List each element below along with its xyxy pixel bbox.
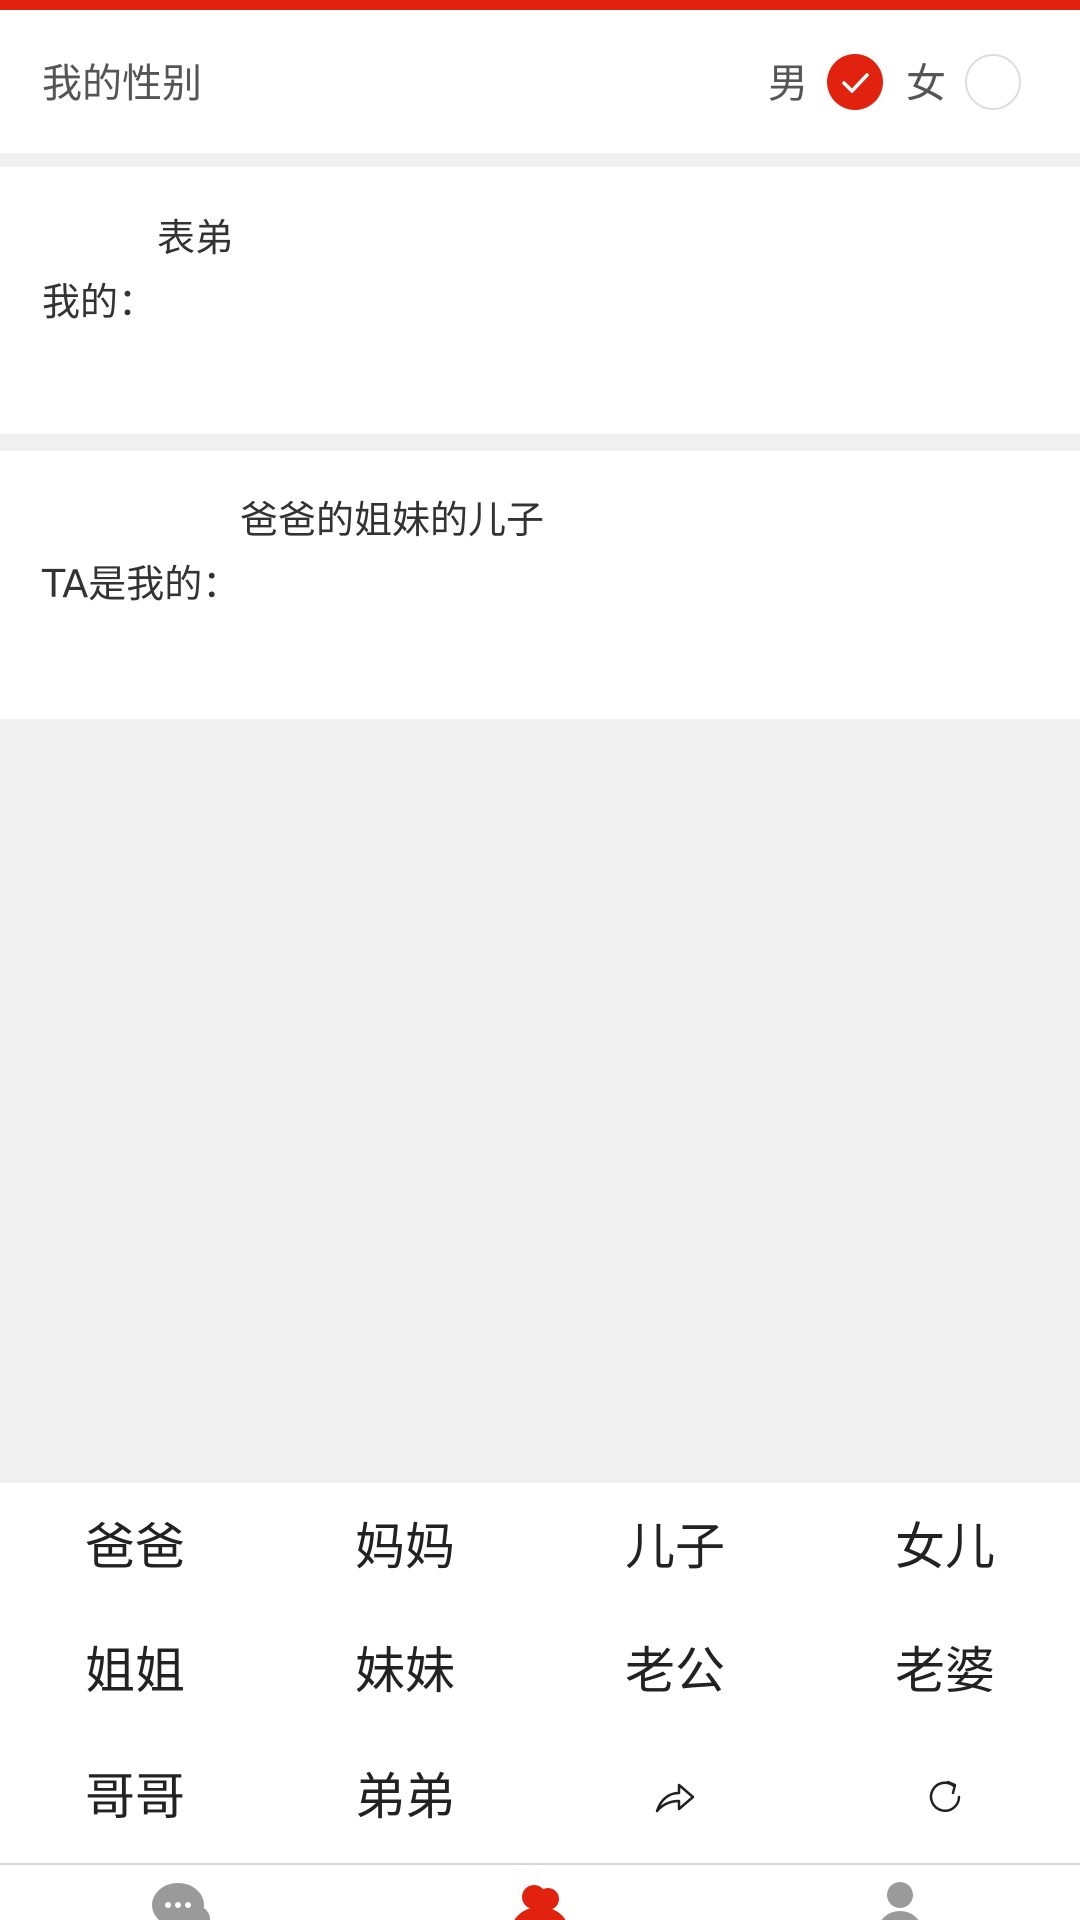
my-relation-card: 表弟 我的： [0, 167, 1080, 434]
key-younger-sister[interactable]: 妹妹 [270, 1641, 540, 1701]
relatives-icon [514, 1885, 566, 1920]
key-daughter[interactable]: 女儿 [810, 1517, 1080, 1577]
checkmark-icon [842, 73, 869, 93]
tab-chat[interactable] [0, 1865, 360, 1920]
gender-female-radio[interactable] [965, 54, 1021, 110]
key-older-brother[interactable]: 哥哥 [0, 1767, 270, 1827]
gender-male-radio[interactable] [827, 54, 883, 110]
chat-icon [152, 1883, 210, 1920]
gender-title: 我的性别 [42, 61, 202, 107]
bottom-tab-bar [0, 1863, 1080, 1920]
key-older-sister[interactable]: 姐姐 [0, 1641, 270, 1701]
top-accent-bar [0, 0, 1080, 10]
my-relation-value: 表弟 [157, 216, 234, 260]
app-screen: 我的性别 男 女 表弟 我的： 爸爸的姐妹的儿子 TA是我的： 爸爸 妈妈 儿子… [0, 0, 1080, 1920]
key-husband[interactable]: 老公 [540, 1641, 810, 1701]
tab-relatives[interactable] [360, 1865, 720, 1920]
key-son[interactable]: 儿子 [540, 1517, 810, 1577]
gender-selector: 我的性别 男 女 [0, 10, 1080, 153]
gender-female-label[interactable]: 女 [906, 60, 946, 108]
reset-button[interactable] [810, 1767, 1080, 1827]
tab-profile[interactable] [720, 1865, 1080, 1920]
ta-relation-value: 爸爸的姐妹的儿子 [240, 498, 545, 542]
relation-keyboard: 爸爸 妈妈 儿子 女儿 姐姐 妹妹 老公 老婆 哥哥 弟弟 [0, 1483, 1080, 1863]
profile-icon [881, 1882, 919, 1920]
key-mom[interactable]: 妈妈 [270, 1517, 540, 1577]
key-younger-brother[interactable]: 弟弟 [270, 1767, 540, 1827]
refresh-icon [929, 1780, 961, 1812]
ta-relation-label: TA是我的： [42, 562, 241, 606]
gender-male-label[interactable]: 男 [768, 60, 808, 108]
ta-relation-card: 爸爸的姐妹的儿子 TA是我的： [0, 451, 1080, 719]
key-wife[interactable]: 老婆 [810, 1641, 1080, 1701]
share-button[interactable] [540, 1767, 810, 1827]
my-relation-label: 我的： [42, 280, 157, 324]
share-arrow-icon [655, 1783, 695, 1813]
key-dad[interactable]: 爸爸 [0, 1517, 270, 1577]
